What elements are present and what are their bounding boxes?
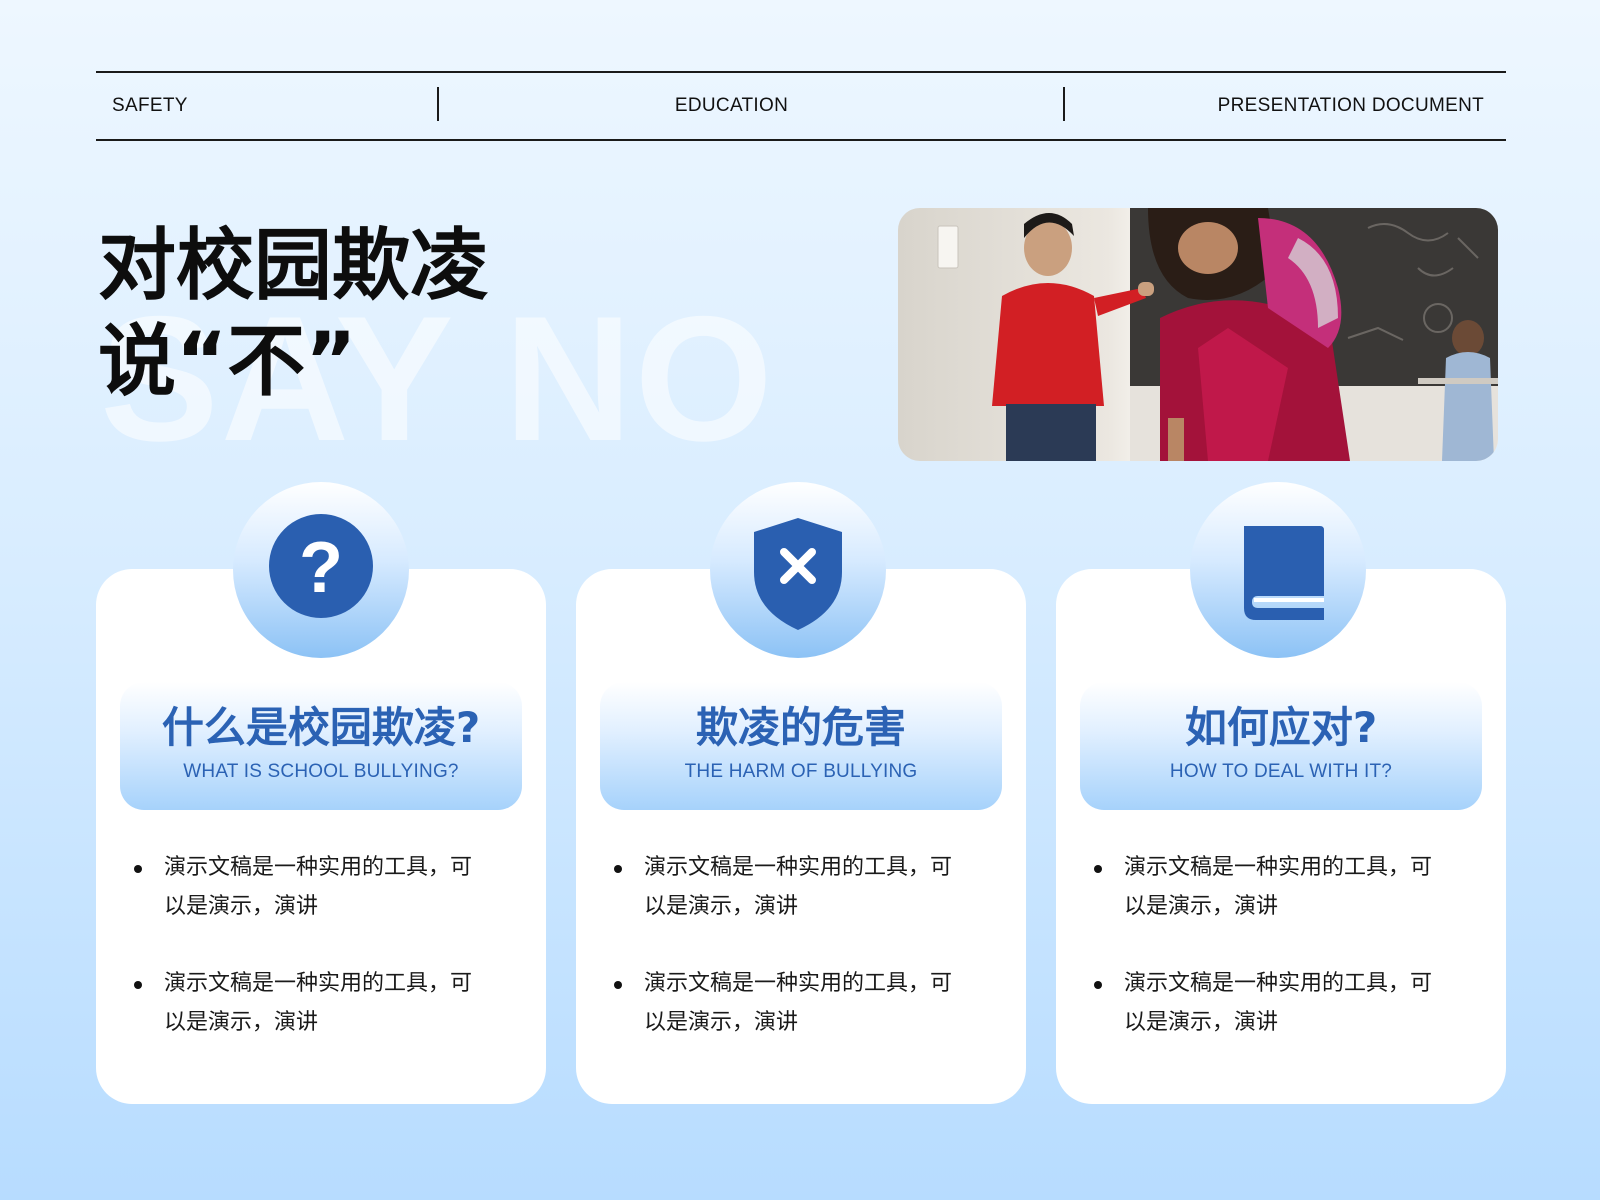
students-photo-illustration: [898, 208, 1498, 461]
card-3-bullet-list: 演示文稿是一种实用的工具，可以是演示，演讲 演示文稿是一种实用的工具，可以是演示…: [1092, 848, 1452, 1080]
card-2-title-band: 欺凌的危害 THE HARM OF BULLYING: [600, 682, 1002, 810]
question-circle-icon: ?: [269, 514, 373, 618]
card-1-title-en: WHAT IS SCHOOL BULLYING?: [183, 761, 459, 782]
card-3-title-en: HOW TO DEAL WITH IT?: [1169, 761, 1393, 782]
list-item: 演示文稿是一种实用的工具，可以是演示，演讲: [132, 848, 492, 926]
card-2-title-zh: 欺凌的危害: [695, 703, 906, 752]
title-line-1: 对校园欺凌: [98, 221, 489, 311]
list-item: 演示文稿是一种实用的工具，可以是演示，演讲: [1092, 848, 1452, 926]
shield-x-icon: [754, 518, 842, 630]
students-photo: [898, 208, 1498, 461]
list-item: 演示文稿是一种实用的工具，可以是演示，演讲: [132, 964, 492, 1042]
list-item: 演示文稿是一种实用的工具，可以是演示，演讲: [612, 848, 972, 926]
page-title: 对校园欺凌 说“不”: [98, 218, 488, 410]
card-2-bullet-list: 演示文稿是一种实用的工具，可以是演示，演讲 演示文稿是一种实用的工具，可以是演示…: [612, 848, 972, 1080]
header-education: EDUCATION: [674, 95, 789, 116]
title-line-2: 说“不”: [98, 317, 357, 407]
book-icon: [1244, 526, 1324, 620]
list-item: 演示文稿是一种实用的工具，可以是演示，演讲: [1092, 964, 1452, 1042]
card-3-title-band: 如何应对? HOW TO DEAL WITH IT?: [1080, 682, 1482, 810]
header-bar: SAFETY EDUCATION PRESENTATION DOCUMENT: [96, 71, 1506, 141]
card-2-title-en: THE HARM OF BULLYING: [684, 761, 918, 782]
card-1-bullet-list: 演示文稿是一种实用的工具，可以是演示，演讲 演示文稿是一种实用的工具，可以是演示…: [132, 848, 492, 1080]
svg-text:?: ?: [299, 528, 343, 608]
header-divider: [1063, 87, 1065, 121]
card-1-icon-badge: ?: [233, 482, 409, 658]
header-presentation-document: PRESENTATION DOCUMENT: [1217, 95, 1484, 116]
card-1-title-band: 什么是校园欺凌? WHAT IS SCHOOL BULLYING?: [120, 682, 522, 810]
card-3-title-zh: 如何应对?: [1184, 703, 1378, 752]
card-1-title-zh: 什么是校园欺凌?: [161, 703, 481, 752]
list-item: 演示文稿是一种实用的工具，可以是演示，演讲: [612, 964, 972, 1042]
card-3-icon-badge: [1190, 482, 1366, 658]
card-2-icon-badge: [710, 482, 886, 658]
